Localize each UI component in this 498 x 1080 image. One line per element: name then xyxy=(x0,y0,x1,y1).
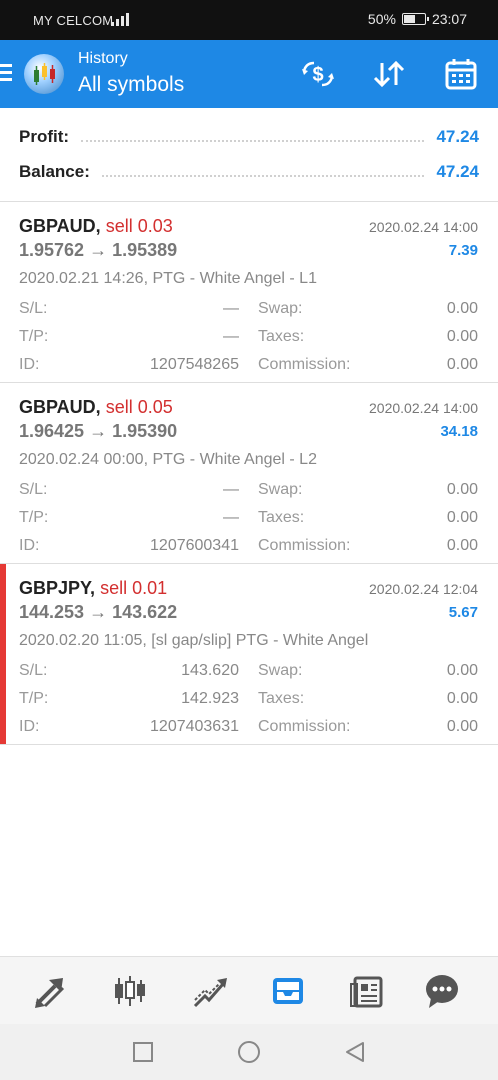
profit-row: Profit: 47.24 xyxy=(19,122,479,152)
deal-close-time: 2020.02.24 14:00 xyxy=(369,219,478,235)
balance-label: Balance: xyxy=(19,162,90,181)
history-summary: Profit: 47.24 Balance: 47.24 xyxy=(0,108,498,202)
id-label: ID: xyxy=(19,356,40,373)
back-icon[interactable] xyxy=(343,1040,367,1064)
deal-close-time: 2020.02.24 14:00 xyxy=(369,400,478,416)
deal-close-time: 2020.02.24 12:04 xyxy=(369,581,478,597)
chat-icon[interactable] xyxy=(420,969,464,1013)
deal-comment: 2020.02.21 14:26, PTG - White Angel - L1 xyxy=(19,270,317,287)
deal-prices: 1.95762 → 1.95389 xyxy=(19,240,178,260)
recent-apps-icon[interactable] xyxy=(131,1040,155,1064)
sort-icon[interactable] xyxy=(369,54,409,94)
sl-value: — xyxy=(223,481,239,498)
signal-icon xyxy=(111,12,129,26)
deal-symbol: GBPAUD, sell 0.03 xyxy=(19,216,173,236)
taxes-value: 0.00 xyxy=(446,509,478,526)
swap-label: Swap: xyxy=(258,662,303,679)
deal-symbol: GBPAUD, sell 0.05 xyxy=(19,397,173,417)
svg-text:$: $ xyxy=(312,64,323,86)
menu-icon[interactable] xyxy=(0,64,14,82)
id-value: 1207600341 xyxy=(150,537,239,554)
profit-label: Profit: xyxy=(19,127,70,146)
app-bar: History All symbols $ xyxy=(0,40,498,108)
deal-comment: 2020.02.20 11:05, [sl gap/slip] PTG - Wh… xyxy=(19,632,369,649)
deal-comment: 2020.02.24 00:00, PTG - White Angel - L2 xyxy=(19,451,317,468)
commission-value: 0.00 xyxy=(446,718,478,735)
carrier-name: MY CELCOM xyxy=(33,13,114,28)
taxes-value: 0.00 xyxy=(446,328,478,345)
swap-value: 0.00 xyxy=(446,481,478,498)
news-icon[interactable] xyxy=(346,969,390,1013)
taxes-label: Taxes: xyxy=(258,690,305,707)
commission-label: Commission: xyxy=(258,537,351,554)
id-value: 1207548265 xyxy=(150,356,239,373)
tp-value: — xyxy=(223,328,239,345)
selection-marker xyxy=(0,564,6,744)
id-label: ID: xyxy=(19,718,40,735)
taxes-label: Taxes: xyxy=(258,328,305,345)
deal-profit: 5.67 xyxy=(448,604,478,621)
battery-percent: 50% xyxy=(367,11,396,27)
dotted-leader xyxy=(101,175,425,177)
currency-exchange-icon[interactable]: $ xyxy=(298,54,338,94)
balance-row: Balance: 47.24 xyxy=(19,157,479,187)
deal-side: sell 0.03 xyxy=(105,216,173,236)
status-bar: MY CELCOM 50% 23:07 xyxy=(0,0,498,40)
swap-value: 0.00 xyxy=(446,300,478,317)
commission-value: 0.00 xyxy=(446,356,478,373)
taxes-label: Taxes: xyxy=(258,509,305,526)
home-icon[interactable] xyxy=(237,1040,261,1064)
history-icon[interactable] xyxy=(266,969,310,1013)
sl-value: 143.620 xyxy=(181,662,239,679)
bottom-navigation xyxy=(0,956,498,1024)
swap-value: 0.00 xyxy=(446,662,478,679)
tp-label: T/P: xyxy=(19,328,49,345)
calendar-icon[interactable] xyxy=(441,54,481,94)
battery-icon xyxy=(401,13,429,25)
tp-value: 142.923 xyxy=(181,690,239,707)
deal-symbol: GBPJPY, sell 0.01 xyxy=(19,578,168,598)
deal-item[interactable]: GBPJPY, sell 0.01 2020.02.24 12:04 144.2… xyxy=(0,564,498,745)
screen-title: History xyxy=(78,50,128,67)
chart-icon[interactable] xyxy=(108,969,152,1013)
sl-value: — xyxy=(223,300,239,317)
deal-profit: 34.18 xyxy=(440,423,478,440)
profit-value: 47.24 xyxy=(436,127,479,146)
quotes-icon[interactable] xyxy=(28,969,72,1013)
commission-label: Commission: xyxy=(258,718,351,735)
tp-label: T/P: xyxy=(19,509,49,526)
tp-value: — xyxy=(223,509,239,526)
deal-side: sell 0.01 xyxy=(100,578,168,598)
deal-prices: 1.96425 → 1.95390 xyxy=(19,421,178,441)
commission-label: Commission: xyxy=(258,356,351,373)
deal-item[interactable]: GBPAUD, sell 0.03 2020.02.24 14:00 1.957… xyxy=(0,202,498,383)
tp-label: T/P: xyxy=(19,690,49,707)
sl-label: S/L: xyxy=(19,300,48,317)
app-logo-icon[interactable] xyxy=(24,54,64,94)
sl-label: S/L: xyxy=(19,662,48,679)
deal-profit: 7.39 xyxy=(448,242,478,259)
symbol-filter[interactable]: All symbols xyxy=(78,73,184,97)
id-label: ID: xyxy=(19,537,40,554)
trade-icon[interactable] xyxy=(188,969,232,1013)
swap-label: Swap: xyxy=(258,481,303,498)
dotted-leader xyxy=(81,140,425,142)
commission-value: 0.00 xyxy=(446,537,478,554)
balance-value: 47.24 xyxy=(436,162,479,181)
sl-label: S/L: xyxy=(19,481,48,498)
taxes-value: 0.00 xyxy=(446,690,478,707)
deal-item[interactable]: GBPAUD, sell 0.05 2020.02.24 14:00 1.964… xyxy=(0,383,498,564)
clock: 23:07 xyxy=(431,11,467,27)
swap-label: Swap: xyxy=(258,300,303,317)
id-value: 1207403631 xyxy=(150,718,239,735)
deal-side: sell 0.05 xyxy=(105,397,173,417)
deal-prices: 144.253 → 143.622 xyxy=(19,602,178,622)
system-navigation-bar xyxy=(0,1024,498,1080)
